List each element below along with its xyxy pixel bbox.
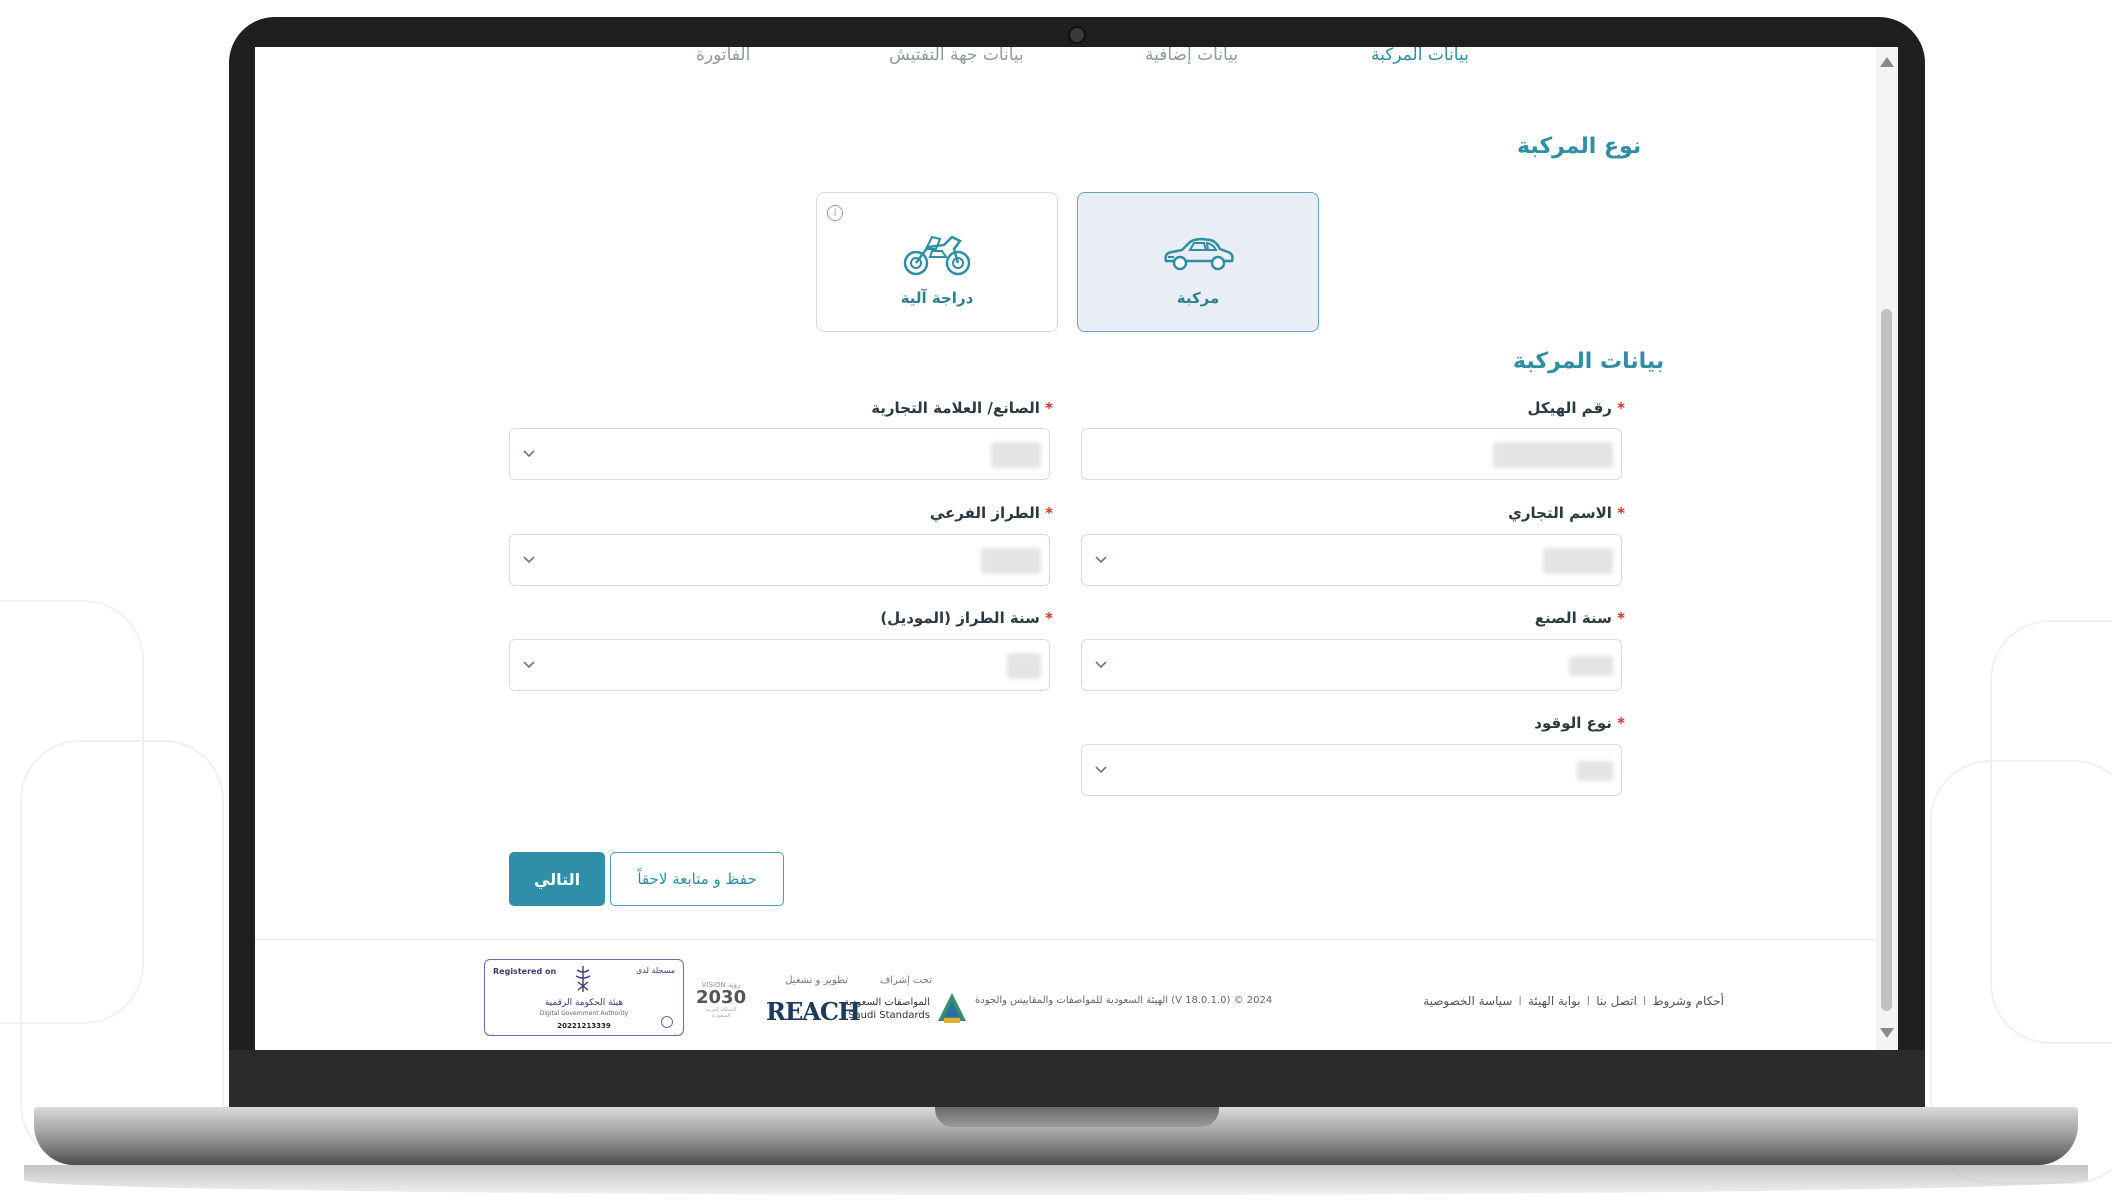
dga-registration-badge[interactable]: Registered on مسجلة لدى هيئة الحكومة الر…: [484, 959, 684, 1036]
save-and-continue-later-button[interactable]: حفظ و متابعة لاحقاً: [610, 852, 784, 906]
sub-model-label: * الطراز الفرعي: [929, 504, 1053, 522]
saso-logo: تحت إشراف المواصفات السعودية Saudi Stand…: [844, 975, 968, 1025]
motorcycle-icon: [817, 231, 1057, 277]
screen: بيانات المركبة بيانات إضافية بيانات جهة …: [255, 47, 1898, 1050]
trade-name-select[interactable]: [1081, 534, 1622, 586]
chassis-label: * رقم الهيكل: [1527, 399, 1625, 417]
reach-logo: تطوير و تشغيل REACH: [766, 975, 861, 1026]
redacted-value: [981, 548, 1041, 574]
required-mark: *: [1045, 399, 1053, 417]
vision-2030-logo: VISION رؤية 2030 المملكة العربية السعودي…: [696, 981, 747, 1019]
chevron-down-icon: [1095, 556, 1107, 564]
scroll-up-arrow-icon[interactable]: [1880, 57, 1894, 67]
step-invoice[interactable]: الفاتورة: [696, 47, 750, 65]
copyright-text: الهيئة السعودية للمواصفات والمقاييس والج…: [975, 995, 1273, 1006]
fuel-type-select[interactable]: [1081, 744, 1622, 796]
manufacture-year-label: * سنة الصنع: [1534, 609, 1625, 627]
required-mark: *: [1617, 504, 1625, 522]
vehicle-type-car-card[interactable]: مركبة: [1077, 192, 1319, 332]
redacted-value: [1493, 442, 1613, 468]
redacted-value: [991, 442, 1041, 468]
saso-emblem-icon: [938, 993, 966, 1023]
vehicle-data-title: بيانات المركبة: [1513, 349, 1665, 374]
chassis-input[interactable]: [1081, 428, 1622, 480]
step-vehicle-data[interactable]: بيانات المركبة: [1371, 47, 1469, 65]
vehicle-type-title: نوع المركبة: [1517, 134, 1642, 159]
step-additional-data[interactable]: بيانات إضافية: [1145, 47, 1238, 65]
chevron-down-icon: [1095, 661, 1107, 669]
redacted-value: [1577, 761, 1613, 781]
trade-name-label: * الاسم التجاري: [1508, 504, 1625, 522]
vertical-scrollbar[interactable]: [1876, 47, 1898, 1050]
chevron-down-icon: [523, 661, 535, 669]
vehicle-type-motorcycle-card[interactable]: i دراجة آلية: [816, 192, 1058, 332]
footer-link-terms[interactable]: أحكام وشروط: [1652, 994, 1724, 1008]
manufacturer-label: * الصانع/ العلامة التجارية: [871, 399, 1053, 417]
chevron-down-icon: [523, 450, 535, 458]
scroll-thumb[interactable]: [1881, 309, 1892, 1011]
stepper: بيانات المركبة بيانات إضافية بيانات جهة …: [255, 47, 1875, 77]
footer-links: أحكام وشروطIاتصل بناIبوابة الهيئةIسياسة …: [1423, 994, 1724, 1008]
camera-icon: [1068, 26, 1086, 44]
footer-link-privacy[interactable]: سياسة الخصوصية: [1423, 994, 1512, 1008]
redacted-value: [1543, 548, 1613, 574]
laptop-notch: [935, 1107, 1219, 1127]
info-icon[interactable]: i: [827, 205, 843, 221]
footer-link-portal[interactable]: بوابة الهيئة: [1528, 994, 1581, 1008]
required-mark: *: [1045, 504, 1053, 522]
required-mark: *: [1617, 714, 1625, 732]
vehicle-type-car-label: مركبة: [1176, 289, 1220, 307]
required-mark: *: [1617, 399, 1625, 417]
footer-link-contact[interactable]: اتصل بنا: [1596, 994, 1637, 1008]
chevron-down-icon: [1095, 766, 1107, 774]
manufacturer-select[interactable]: [509, 428, 1050, 480]
scroll-down-arrow-icon[interactable]: [1880, 1028, 1894, 1038]
verified-check-icon: [661, 1016, 673, 1028]
redacted-value: [1007, 653, 1041, 679]
required-mark: *: [1045, 609, 1053, 627]
fuel-type-label: * نوع الوقود: [1534, 714, 1625, 732]
model-year-label: * سنة الطراز (الموديل): [880, 609, 1053, 627]
vehicle-type-motorcycle-label: دراجة آلية: [900, 289, 974, 307]
laptop-chin: [229, 1050, 1925, 1107]
manufacture-year-select[interactable]: [1081, 639, 1622, 691]
palm-emblem-icon: [575, 966, 591, 992]
model-year-select[interactable]: [509, 639, 1050, 691]
car-icon: [1078, 235, 1318, 273]
next-button[interactable]: التالي: [509, 852, 605, 906]
laptop-shadow: [24, 1165, 2088, 1195]
footer-divider: [255, 939, 1875, 940]
required-mark: *: [1617, 609, 1625, 627]
chevron-down-icon: [523, 556, 535, 564]
redacted-value: [1569, 656, 1613, 676]
sub-model-select[interactable]: [509, 534, 1050, 586]
step-inspection-data[interactable]: بيانات جهة التفتيش: [889, 47, 1024, 65]
